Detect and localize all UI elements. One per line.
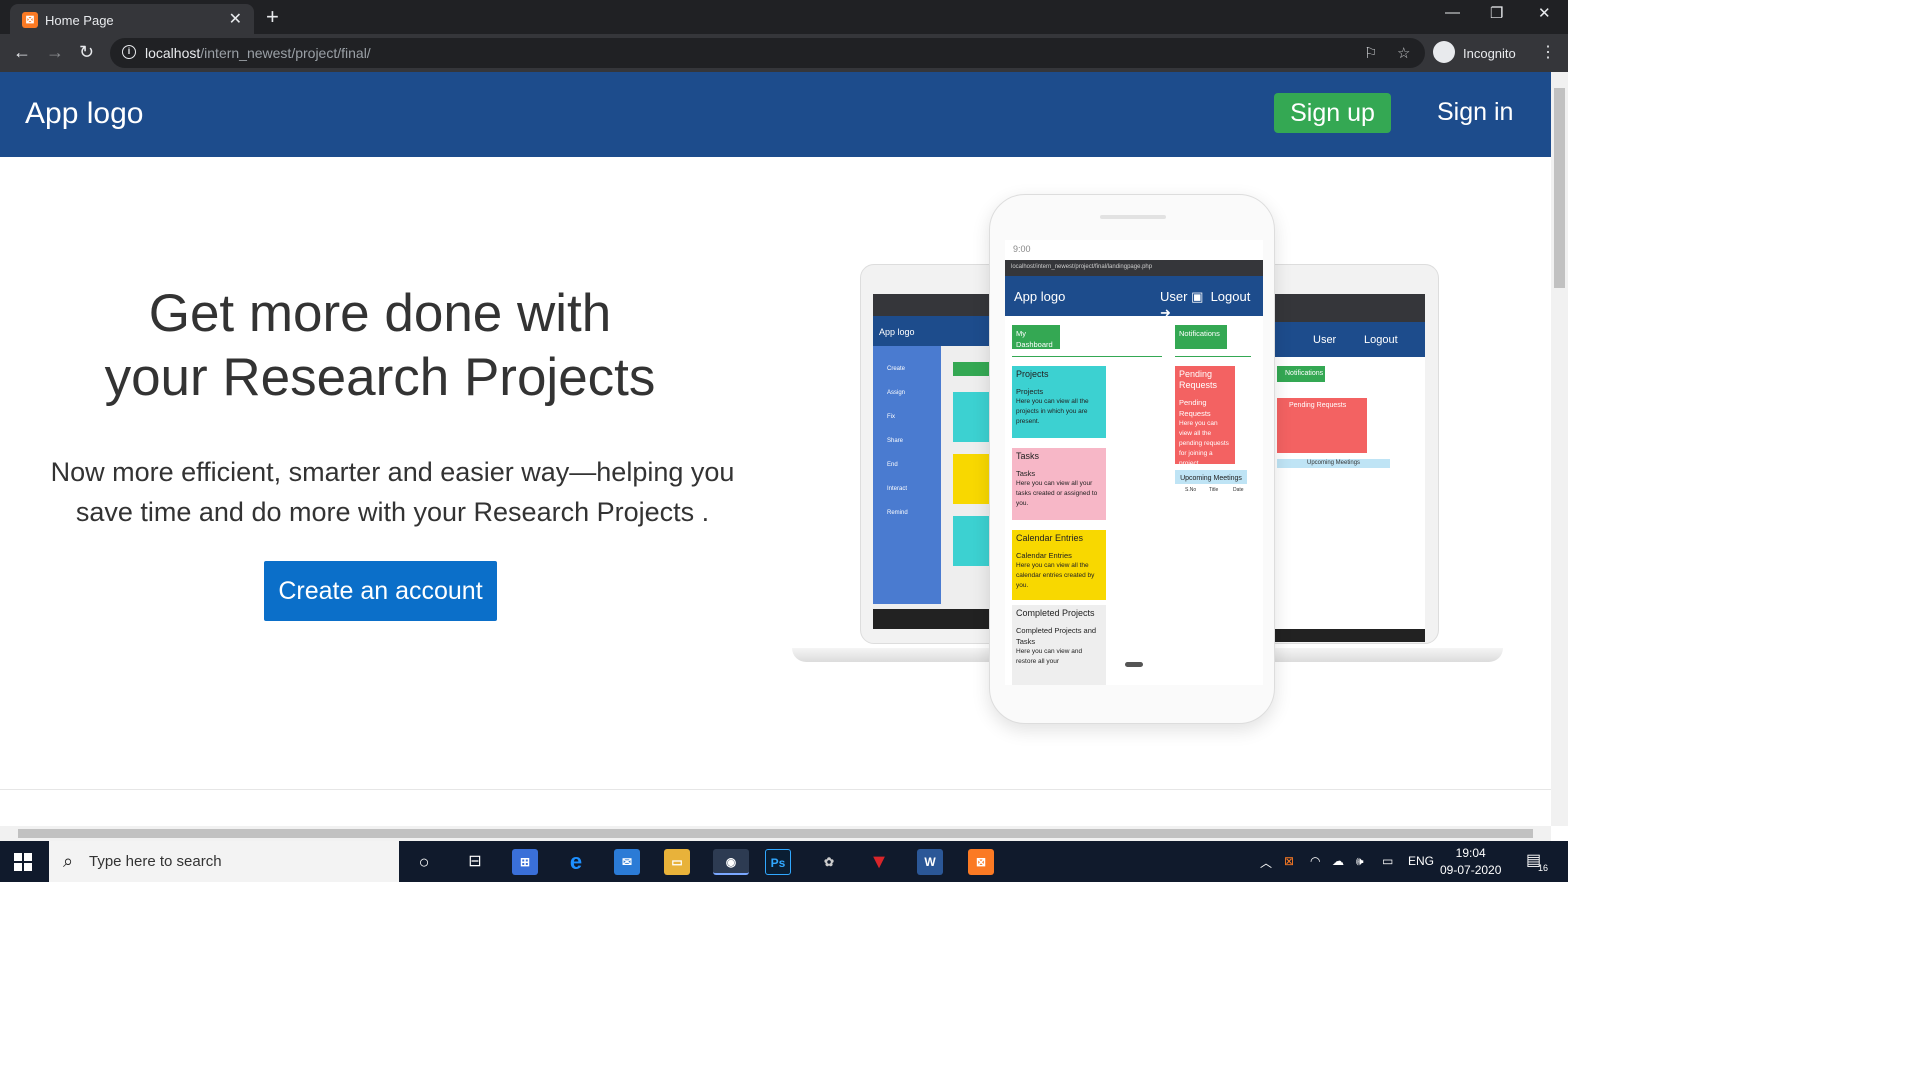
- mockup-sidebar-item: Share: [887, 438, 904, 444]
- address-bar[interactable]: i localhost/intern_newest/project/final/…: [110, 38, 1425, 68]
- cortana-icon[interactable]: ○: [411, 849, 437, 875]
- tray-volume-icon[interactable]: 🕪: [1356, 854, 1364, 869]
- tray-wifi-icon[interactable]: ◠: [1310, 854, 1320, 868]
- page-viewport: App logo Sign up Sign in Get more done w…: [0, 72, 1551, 826]
- horizontal-scroll-thumb[interactable]: [18, 829, 1533, 838]
- tray-language[interactable]: ENG: [1408, 854, 1434, 868]
- create-account-button[interactable]: Create an account: [264, 561, 497, 621]
- tray-xampp-icon[interactable]: ⊠: [1284, 854, 1294, 868]
- browser-menu-icon[interactable]: ⋮: [1540, 42, 1556, 62]
- phone-dashboard-card: Completed Projects Completed Projects and…: [1012, 605, 1106, 685]
- vertical-scrollbar[interactable]: [1551, 72, 1568, 826]
- mockup-sidebar-item: Create: [887, 366, 906, 372]
- notification-count: 16: [1538, 863, 1549, 873]
- mockup-sidebar-item: End: [887, 462, 898, 468]
- meeting-column-header: S.No: [1185, 487, 1197, 493]
- tray-overflow-icon[interactable]: ︿: [1260, 854, 1272, 871]
- xampp-favicon-icon: ⊠: [22, 12, 38, 28]
- tray-battery-icon[interactable]: ▭: [1382, 854, 1393, 868]
- tab-title: Home Page: [45, 13, 114, 28]
- incognito-icon: [1433, 41, 1455, 63]
- mockup-sidebar-item: Fix: [887, 414, 895, 420]
- mockup-sidebar-item: Remind: [887, 510, 908, 516]
- section-divider: [0, 789, 1551, 790]
- photoshop-icon[interactable]: Ps: [765, 849, 791, 875]
- mockup-sidebar-item: Interact: [887, 486, 908, 492]
- close-tab-icon[interactable]: ✕: [229, 9, 242, 29]
- back-icon[interactable]: ←: [13, 42, 31, 63]
- search-icon: ⌕: [63, 851, 74, 871]
- edge-icon[interactable]: e: [563, 849, 589, 875]
- store-icon[interactable]: ⊞: [512, 849, 538, 875]
- windows-taskbar: ⌕ Type here to search ○ ⊟ ⊞ e ✉ ▭ ◉ Ps ✿…: [0, 841, 1568, 882]
- phone-screen: 9:00 localhost/intern_newest/project/fin…: [1005, 240, 1263, 685]
- app-logo[interactable]: App logo: [25, 97, 143, 131]
- url-text[interactable]: localhost/intern_newest/project/final/: [145, 45, 371, 61]
- hero-title: Get more done with your Research Project…: [104, 284, 656, 407]
- window-close-icon[interactable]: ✕: [1538, 4, 1551, 22]
- mockup-sidebar-item: Assign: [887, 390, 906, 396]
- restore-icon[interactable]: ❐: [1490, 4, 1503, 22]
- hero-subtitle: Now more efficient, smarter and easier w…: [50, 457, 735, 527]
- taskbar-clock[interactable]: 19:04 09-07-2020: [1440, 845, 1501, 879]
- site-header: App logo Sign up Sign in: [0, 72, 1551, 157]
- windows-start-icon[interactable]: [14, 853, 32, 871]
- bookmark-star-icon[interactable]: ☆: [1397, 44, 1410, 62]
- vertical-scroll-thumb[interactable]: [1554, 88, 1565, 288]
- phone-frame: 9:00 localhost/intern_newest/project/fin…: [989, 194, 1275, 724]
- signup-button[interactable]: Sign up: [1274, 93, 1391, 133]
- mcafee-icon[interactable]: ▼: [866, 849, 892, 875]
- new-tab-icon[interactable]: +: [266, 4, 279, 30]
- chrome-icon[interactable]: ◉: [713, 849, 749, 875]
- site-info-icon[interactable]: i: [122, 45, 136, 59]
- xampp-icon[interactable]: ⊠: [968, 849, 994, 875]
- taskbar-search-box[interactable]: ⌕ Type here to search: [49, 841, 399, 882]
- forward-icon[interactable]: →: [46, 42, 64, 63]
- file-explorer-icon[interactable]: ▭: [664, 849, 690, 875]
- mail-icon[interactable]: ✉: [614, 849, 640, 875]
- meeting-column-header: Date: [1233, 487, 1244, 493]
- phone-dashboard-card: Projects Projects Here you can view all th…: [1012, 366, 1106, 438]
- minimize-icon[interactable]: —: [1445, 4, 1460, 21]
- phone-dashboard-card: Calendar Entries Calendar Entries Here you…: [1012, 530, 1106, 600]
- reload-icon[interactable]: ↻: [79, 42, 94, 63]
- right-laptop-screen: User Logout Notifications Pending Reques…: [1275, 294, 1425, 642]
- browser-tab-bar: ⊠ Home Page ✕ + — ❐ ✕: [0, 0, 1568, 34]
- browser-toolbar: ← → ↻ i localhost/intern_newest/project/…: [0, 34, 1568, 72]
- meeting-column-header: Title: [1209, 487, 1219, 493]
- phone-dashboard-card: Tasks Tasks Here you can view all your tas…: [1012, 448, 1106, 520]
- paint-icon[interactable]: ✿: [816, 849, 842, 875]
- task-view-icon[interactable]: ⊟: [462, 849, 488, 875]
- horizontal-scrollbar[interactable]: [0, 826, 1551, 841]
- signin-link[interactable]: Sign in: [1437, 98, 1513, 127]
- left-laptop-base: [792, 648, 1012, 662]
- tray-onedrive-icon[interactable]: ☁: [1332, 854, 1344, 868]
- right-laptop-base: [1255, 648, 1503, 662]
- left-laptop-screen: App logo Create Assign Fix Share End Interact…: [873, 294, 991, 629]
- browser-tab[interactable]: ⊠ Home Page ✕: [10, 4, 254, 34]
- translate-icon[interactable]: ⚐: [1364, 44, 1377, 62]
- word-icon[interactable]: W: [917, 849, 943, 875]
